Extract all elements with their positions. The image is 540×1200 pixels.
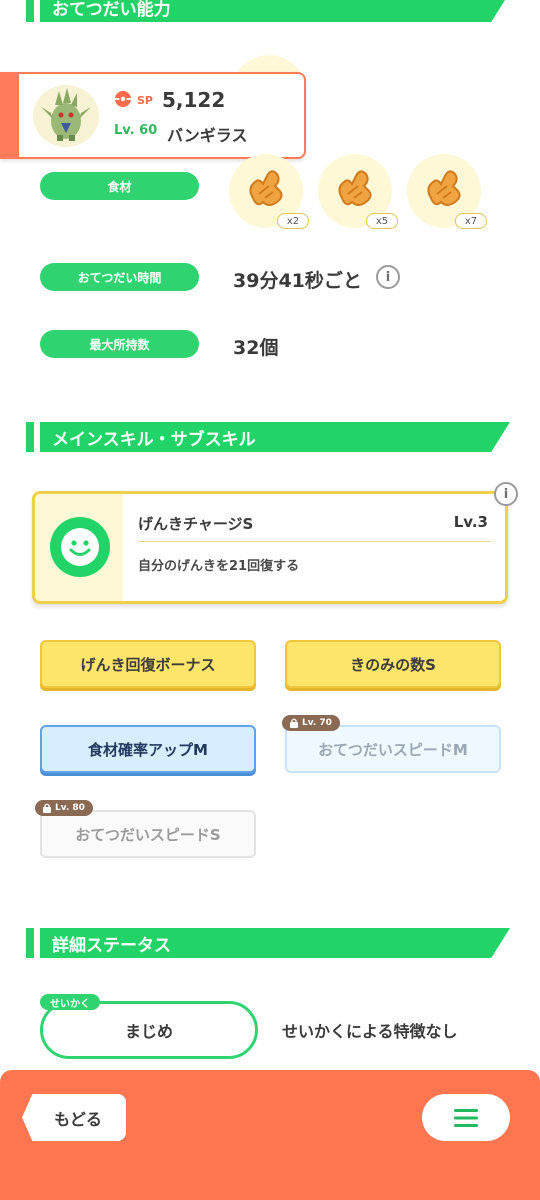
section-header-details: 詳細ステータス bbox=[26, 928, 510, 958]
help-time-value: 39分41秒ごと bbox=[233, 270, 362, 292]
lock-tag: Lv. 80 bbox=[35, 800, 93, 816]
hamburger-menu-icon bbox=[454, 1108, 478, 1127]
section-header-skills: メインスキル・サブスキル bbox=[26, 422, 510, 452]
lock-level: Lv. 70 bbox=[302, 718, 332, 728]
section-title: おてつだい能力 bbox=[52, 0, 171, 20]
max-carry-value: 32個 bbox=[233, 337, 279, 359]
ingredient-slot-2[interactable]: x5 bbox=[318, 154, 398, 229]
ingredient-slot-3[interactable]: x7 bbox=[407, 154, 487, 229]
lock-level: Lv. 80 bbox=[55, 803, 85, 813]
divider bbox=[138, 541, 490, 542]
ingredient-qty: x5 bbox=[366, 213, 398, 229]
smile-icon bbox=[50, 517, 110, 577]
ingredients-label: 食材 bbox=[40, 172, 199, 200]
ingredient-qty: x2 bbox=[277, 213, 309, 229]
subskill-4-locked[interactable]: おてつだいスピードM bbox=[285, 725, 501, 773]
menu-button[interactable] bbox=[422, 1094, 510, 1141]
back-button[interactable]: もどる bbox=[22, 1094, 126, 1141]
sp-label: SP bbox=[137, 94, 153, 107]
info-icon[interactable]: i bbox=[376, 265, 400, 289]
subskill-3[interactable]: 食材確率アップM bbox=[40, 725, 256, 773]
section-header-ability: おてつだい能力 bbox=[26, 0, 510, 22]
nature-value: まじめ bbox=[124, 1022, 173, 1041]
subskill-2[interactable]: きのみの数S bbox=[285, 640, 501, 688]
main-skill-name: げんきチャージS bbox=[138, 515, 254, 533]
pokemon-portrait bbox=[33, 85, 99, 147]
pokemon-card[interactable]: SP 5,122 Lv. 60 バンギラス bbox=[0, 72, 306, 159]
lock-tag: Lv. 70 bbox=[282, 715, 340, 731]
pokemon-level: Lv. 60 bbox=[114, 123, 158, 138]
help-time-label: おてつだい時間 bbox=[40, 263, 199, 291]
subskill-5-locked[interactable]: おてつだいスピードS bbox=[40, 810, 256, 858]
back-label: もどる bbox=[54, 1109, 102, 1129]
subskill-1[interactable]: げんき回復ボーナス bbox=[40, 640, 256, 688]
section-title: メインスキル・サブスキル bbox=[52, 429, 256, 450]
lock-icon bbox=[290, 718, 298, 728]
ingredient-qty: x7 bbox=[455, 213, 487, 229]
nature-tag: せいかく bbox=[40, 994, 100, 1010]
section-title: 詳細ステータス bbox=[52, 935, 171, 956]
pokemon-name: バンギラス bbox=[167, 126, 248, 145]
max-carry-label: 最大所持数 bbox=[40, 330, 199, 358]
skill-info-icon[interactable]: i bbox=[494, 482, 518, 506]
main-skill-description: 自分のげんきを21回復する bbox=[138, 559, 300, 574]
lock-icon bbox=[43, 803, 51, 813]
main-skill-card[interactable]: げんきチャージS Lv.3 自分のげんきを21回復する bbox=[32, 491, 508, 604]
nature-effect: せいかくによる特徴なし bbox=[282, 1022, 458, 1041]
sp-value: 5,122 bbox=[162, 88, 226, 112]
pokeball-icon bbox=[114, 90, 132, 108]
ingredient-slot-1[interactable]: x2 bbox=[229, 154, 309, 229]
main-skill-level: Lv.3 bbox=[453, 513, 488, 531]
